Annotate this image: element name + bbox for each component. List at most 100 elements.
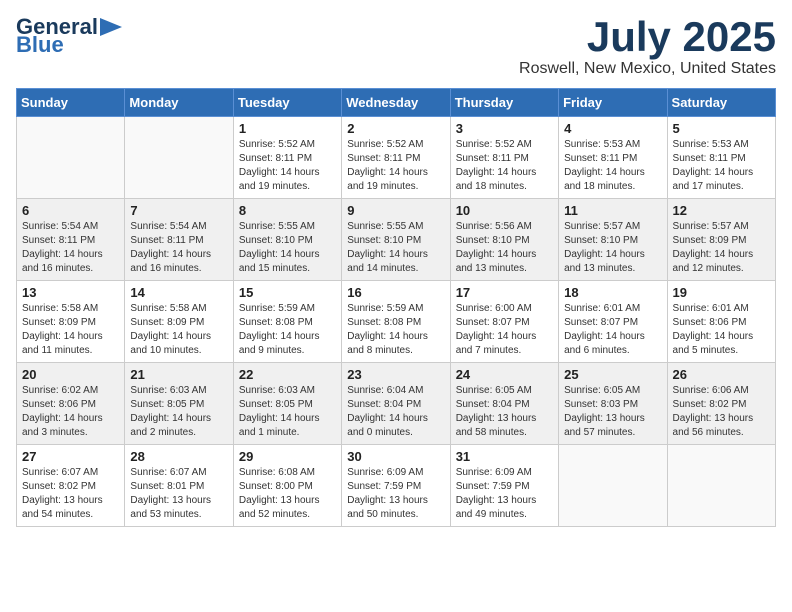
day-number: 1 — [239, 121, 336, 136]
calendar-cell — [17, 117, 125, 199]
day-number: 30 — [347, 449, 444, 464]
day-number: 26 — [673, 367, 770, 382]
calendar-cell: 7 Sunrise: 5:54 AM Sunset: 8:11 PM Daylig… — [125, 199, 233, 281]
cell-daylight-info: Sunrise: 6:08 AM Sunset: 8:00 PM Dayligh… — [239, 466, 336, 522]
calendar-cell: 9 Sunrise: 5:55 AM Sunset: 8:10 PM Daylig… — [342, 199, 450, 281]
calendar-cell: 30 Sunrise: 6:09 AM Sunset: 7:59 PM Dayli… — [342, 445, 450, 527]
calendar-cell: 18 Sunrise: 6:01 AM Sunset: 8:07 PM Dayli… — [559, 281, 667, 363]
cell-daylight-info: Sunrise: 5:52 AM Sunset: 8:11 PM Dayligh… — [239, 138, 336, 194]
calendar-cell: 12 Sunrise: 5:57 AM Sunset: 8:09 PM Dayli… — [667, 199, 775, 281]
calendar-cell: 23Sunrise: 6:04 AM Sunset: 8:04 PM Dayli… — [342, 363, 450, 445]
calendar-cell: 26 Sunrise: 6:06 AM Sunset: 8:02 PM Dayli… — [667, 363, 775, 445]
day-number: 6 — [22, 203, 119, 218]
day-number: 15 — [239, 285, 336, 300]
logo-arrow-icon — [100, 18, 122, 36]
cell-daylight-info: Sunrise: 6:06 AM Sunset: 8:02 PM Dayligh… — [673, 384, 770, 440]
cell-daylight-info: Sunrise: 5:59 AM Sunset: 8:08 PM Dayligh… — [239, 302, 336, 358]
cell-daylight-info: Sunrise: 6:09 AM Sunset: 7:59 PM Dayligh… — [347, 466, 444, 522]
calendar-cell: 25 Sunrise: 6:05 AM Sunset: 8:03 PM Dayli… — [559, 363, 667, 445]
day-number: 24 — [456, 367, 553, 382]
day-number: 9 — [347, 203, 444, 218]
cell-daylight-info: Sunrise: 5:55 AM Sunset: 8:10 PM Dayligh… — [347, 220, 444, 276]
day-number: 2 — [347, 121, 444, 136]
cell-daylight-info: Sunrise: 5:52 AM Sunset: 8:11 PM Dayligh… — [347, 138, 444, 194]
calendar-week-row: 20Sunrise: 6:02 AM Sunset: 8:06 PM Dayli… — [17, 363, 776, 445]
day-number: 14 — [130, 285, 227, 300]
logo-blue: Blue — [16, 34, 64, 56]
day-number: 18 — [564, 285, 661, 300]
cell-daylight-info: Sunrise: 5:59 AM Sunset: 8:08 PM Dayligh… — [347, 302, 444, 358]
calendar-cell: 20Sunrise: 6:02 AM Sunset: 8:06 PM Dayli… — [17, 363, 125, 445]
page-header: General Blue July 2025 Roswell, New Mexi… — [16, 16, 776, 78]
cell-daylight-info: Sunrise: 5:58 AM Sunset: 8:09 PM Dayligh… — [130, 302, 227, 358]
cell-daylight-info: Sunrise: 6:00 AM Sunset: 8:07 PM Dayligh… — [456, 302, 553, 358]
calendar-cell: 10 Sunrise: 5:56 AM Sunset: 8:10 PM Dayli… — [450, 199, 558, 281]
logo: General Blue — [16, 16, 122, 56]
day-number: 4 — [564, 121, 661, 136]
location-text: Roswell, New Mexico, United States — [519, 60, 776, 78]
cell-daylight-info: Sunrise: 5:57 AM Sunset: 8:10 PM Dayligh… — [564, 220, 661, 276]
day-number: 28 — [130, 449, 227, 464]
month-title: July 2025 — [519, 16, 776, 58]
day-number: 25 — [564, 367, 661, 382]
calendar-cell: 5 Sunrise: 5:53 AM Sunset: 8:11 PM Daylig… — [667, 117, 775, 199]
day-number: 13 — [22, 285, 119, 300]
weekday-header-sunday: Sunday — [17, 89, 125, 117]
cell-daylight-info: Sunrise: 6:09 AM Sunset: 7:59 PM Dayligh… — [456, 466, 553, 522]
calendar-cell: 19Sunrise: 6:01 AM Sunset: 8:06 PM Dayli… — [667, 281, 775, 363]
day-number: 20 — [22, 367, 119, 382]
cell-daylight-info: Sunrise: 6:03 AM Sunset: 8:05 PM Dayligh… — [239, 384, 336, 440]
calendar-cell: 13Sunrise: 5:58 AM Sunset: 8:09 PM Dayli… — [17, 281, 125, 363]
cell-daylight-info: Sunrise: 6:01 AM Sunset: 8:07 PM Dayligh… — [564, 302, 661, 358]
calendar-cell: 22 Sunrise: 6:03 AM Sunset: 8:05 PM Dayli… — [233, 363, 341, 445]
calendar-cell: 11 Sunrise: 5:57 AM Sunset: 8:10 PM Dayli… — [559, 199, 667, 281]
calendar-cell: 16Sunrise: 5:59 AM Sunset: 8:08 PM Dayli… — [342, 281, 450, 363]
cell-daylight-info: Sunrise: 5:54 AM Sunset: 8:11 PM Dayligh… — [22, 220, 119, 276]
weekday-header-thursday: Thursday — [450, 89, 558, 117]
calendar-week-row: 6 Sunrise: 5:54 AM Sunset: 8:11 PM Daylig… — [17, 199, 776, 281]
calendar-week-row: 27 Sunrise: 6:07 AM Sunset: 8:02 PM Dayli… — [17, 445, 776, 527]
day-number: 7 — [130, 203, 227, 218]
calendar-cell: 1 Sunrise: 5:52 AM Sunset: 8:11 PM Daylig… — [233, 117, 341, 199]
day-number: 31 — [456, 449, 553, 464]
cell-daylight-info: Sunrise: 5:52 AM Sunset: 8:11 PM Dayligh… — [456, 138, 553, 194]
calendar-cell: 6 Sunrise: 5:54 AM Sunset: 8:11 PM Daylig… — [17, 199, 125, 281]
cell-daylight-info: Sunrise: 6:07 AM Sunset: 8:01 PM Dayligh… — [130, 466, 227, 522]
calendar-cell: 14 Sunrise: 5:58 AM Sunset: 8:09 PM Dayli… — [125, 281, 233, 363]
day-number: 29 — [239, 449, 336, 464]
weekday-header-friday: Friday — [559, 89, 667, 117]
calendar-table: SundayMondayTuesdayWednesdayThursdayFrid… — [16, 88, 776, 527]
day-number: 3 — [456, 121, 553, 136]
cell-daylight-info: Sunrise: 5:57 AM Sunset: 8:09 PM Dayligh… — [673, 220, 770, 276]
weekday-header-wednesday: Wednesday — [342, 89, 450, 117]
calendar-cell: 21Sunrise: 6:03 AM Sunset: 8:05 PM Dayli… — [125, 363, 233, 445]
day-number: 22 — [239, 367, 336, 382]
day-number: 27 — [22, 449, 119, 464]
cell-daylight-info: Sunrise: 5:56 AM Sunset: 8:10 PM Dayligh… — [456, 220, 553, 276]
calendar-cell: 4Sunrise: 5:53 AM Sunset: 8:11 PM Daylig… — [559, 117, 667, 199]
title-area: July 2025 Roswell, New Mexico, United St… — [519, 16, 776, 78]
day-number: 11 — [564, 203, 661, 218]
day-number: 12 — [673, 203, 770, 218]
weekday-header-monday: Monday — [125, 89, 233, 117]
cell-daylight-info: Sunrise: 5:55 AM Sunset: 8:10 PM Dayligh… — [239, 220, 336, 276]
calendar-cell: 24 Sunrise: 6:05 AM Sunset: 8:04 PM Dayli… — [450, 363, 558, 445]
cell-daylight-info: Sunrise: 6:01 AM Sunset: 8:06 PM Dayligh… — [673, 302, 770, 358]
cell-daylight-info: Sunrise: 6:05 AM Sunset: 8:04 PM Dayligh… — [456, 384, 553, 440]
calendar-week-row: 1 Sunrise: 5:52 AM Sunset: 8:11 PM Daylig… — [17, 117, 776, 199]
calendar-cell: 31 Sunrise: 6:09 AM Sunset: 7:59 PM Dayli… — [450, 445, 558, 527]
calendar-cell: 15 Sunrise: 5:59 AM Sunset: 8:08 PM Dayli… — [233, 281, 341, 363]
cell-daylight-info: Sunrise: 6:05 AM Sunset: 8:03 PM Dayligh… — [564, 384, 661, 440]
calendar-cell: 8 Sunrise: 5:55 AM Sunset: 8:10 PM Daylig… — [233, 199, 341, 281]
cell-daylight-info: Sunrise: 5:54 AM Sunset: 8:11 PM Dayligh… — [130, 220, 227, 276]
day-number: 17 — [456, 285, 553, 300]
day-number: 8 — [239, 203, 336, 218]
cell-daylight-info: Sunrise: 6:07 AM Sunset: 8:02 PM Dayligh… — [22, 466, 119, 522]
calendar-cell: 17 Sunrise: 6:00 AM Sunset: 8:07 PM Dayli… — [450, 281, 558, 363]
calendar-week-row: 13 Sunrise: 5:58 AM Sunset: 8:09 PM Dayli… — [17, 281, 776, 363]
day-number: 10 — [456, 203, 553, 218]
calendar-cell: 27 Sunrise: 6:07 AM Sunset: 8:02 PM Dayli… — [17, 445, 125, 527]
calendar-cell: 28 Sunrise: 6:07 AM Sunset: 8:01 PM Dayli… — [125, 445, 233, 527]
cell-daylight-info: Sunrise: 5:53 AM Sunset: 8:11 PM Dayligh… — [673, 138, 770, 194]
day-number: 5 — [673, 121, 770, 136]
